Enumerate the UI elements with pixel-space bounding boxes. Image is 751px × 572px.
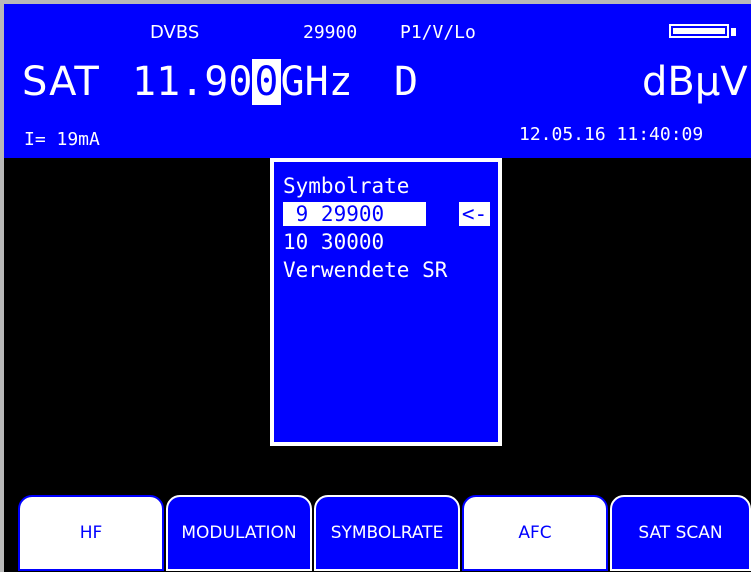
polarization-label: P1/V/Lo: [400, 22, 476, 43]
symbolrate-value: 29900: [303, 22, 358, 43]
status-header: DVBS 29900 P1/V/Lo SAT 11.900GHz D dBµV …: [4, 4, 751, 158]
softkey-sat-scan[interactable]: SAT SCAN: [610, 495, 751, 571]
softkey-afc[interactable]: AFC: [462, 495, 608, 571]
softkey-symbolrate[interactable]: SYMBOLRATE: [314, 495, 460, 571]
datetime: 12.05.16 11:40:09: [519, 124, 704, 145]
frequency-cursor-digit[interactable]: 0: [252, 59, 281, 105]
softkey-hf[interactable]: HF: [18, 495, 164, 571]
symbolrate-menu[interactable]: Symbolrate 9 29900 <- 10 30000 Verwendet…: [270, 158, 502, 446]
frequency-unit: GHz: [280, 59, 353, 105]
band-label: SAT: [22, 59, 100, 105]
softkey-bar: HF MODULATION SYMBOLRATE AFC SAT SCAN: [4, 492, 751, 572]
menu-item-selected[interactable]: 9 29900: [283, 202, 426, 226]
menu-item[interactable]: Verwendete SR: [283, 258, 447, 282]
frequency-flag: D: [394, 59, 419, 105]
current-display: I= 19mA: [24, 129, 100, 150]
menu-item[interactable]: 10 30000: [283, 230, 384, 254]
selection-arrow: <-: [459, 202, 490, 226]
meter-display: DVBS 29900 P1/V/Lo SAT 11.900GHz D dBµV …: [4, 4, 751, 572]
frequency-digits: 11.90: [132, 59, 253, 105]
frequency-display[interactable]: 11.900GHz: [132, 54, 353, 110]
menu-title: Symbolrate: [283, 174, 410, 198]
level-unit: dBµV: [642, 59, 748, 105]
mode-label: DVBS: [150, 22, 200, 43]
softkey-modulation[interactable]: MODULATION: [166, 495, 312, 571]
battery-tip: [731, 28, 736, 36]
battery-icon: [669, 24, 729, 38]
